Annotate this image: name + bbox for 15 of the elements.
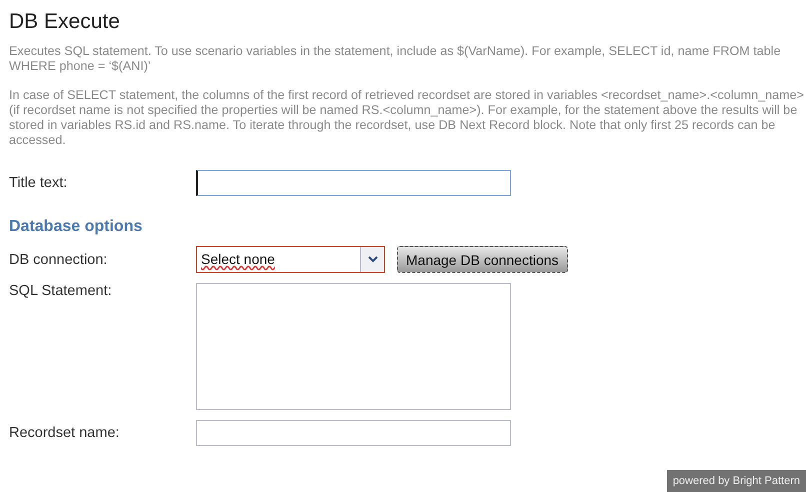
manage-connections-button[interactable]: Manage DB connections: [397, 246, 568, 273]
field-label: Title text:: [9, 175, 68, 191]
description-text: In case of SELECT statement, the columns of the first record of retrieved recordset are stored in variables <recordset_name>.<column_name> (if recordset name is not specified the properties will be named RS.<column_name>). For example, for the statement above the results will be stored in variables RS.id and RS.name. To iterate through the recordset, use DB Next Record block. Note that only first 25 records can be accessed.: [9, 88, 804, 148]
sql-statement-field[interactable]: [196, 283, 511, 410]
chevron-down-icon: [368, 256, 378, 263]
recordset-name-field[interactable]: [196, 420, 511, 446]
title-text-field[interactable]: [196, 170, 511, 196]
field-label: Recordset name:: [9, 425, 120, 441]
section-heading: Database options: [9, 218, 144, 236]
page-title: DB Execute: [9, 10, 121, 34]
db-connection-dropdown[interactable]: Select none: [196, 246, 385, 273]
powered-by-badge: powered by Bright Pattern: [666, 470, 806, 492]
description-text: Executes SQL statement. To use scenario variables in the statement, include as $(VarName). For example, SELECT id, name FROM table WHERE phone = ‘$(ANI)’: [9, 44, 782, 74]
field-label: SQL Statement:: [9, 283, 113, 299]
field-label: DB connection:: [9, 252, 108, 268]
